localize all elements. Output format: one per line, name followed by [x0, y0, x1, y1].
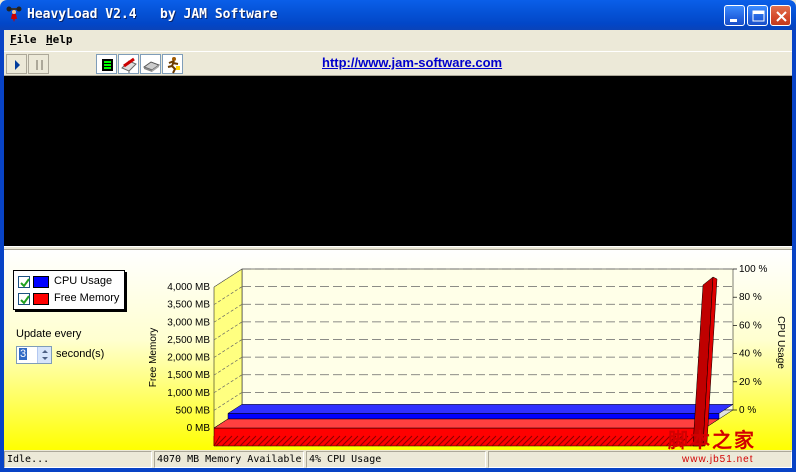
left-axis-tick-label: 2,000 MB — [167, 353, 210, 364]
pause-icon — [36, 60, 43, 70]
left-axis-tick-label: 0 MB — [187, 423, 211, 434]
cpu-usage-label: CPU Usage — [54, 275, 113, 287]
right-axis-tick-label: 40 % — [739, 349, 762, 360]
check-mark-icon — [20, 295, 30, 305]
update-interval-value[interactable]: 3 — [19, 348, 28, 360]
runner-toggle[interactable] — [162, 54, 183, 74]
right-axis-tick-label: 80 % — [739, 292, 762, 303]
menu-file-hotkey: F — [10, 33, 17, 46]
window-title: HeavyLoad V2.4 by JAM Software — [27, 7, 278, 22]
disk-write-toggle[interactable] — [118, 54, 139, 74]
right-axis-tick-label: 100 % — [739, 264, 767, 275]
cpu-load-icon — [102, 59, 113, 71]
minimize-icon — [730, 19, 737, 22]
load-output-pane — [4, 76, 792, 246]
menu-help[interactable]: Help — [46, 33, 73, 46]
window-frame-right — [792, 30, 796, 472]
play-icon — [15, 60, 20, 70]
update-every-label: Update every — [16, 328, 82, 340]
left-axis-tick-label: 500 MB — [176, 405, 211, 416]
maximize-icon — [752, 10, 765, 22]
heavyload-figure-icon[interactable] — [6, 6, 22, 23]
free-memory-swatch — [33, 293, 49, 305]
legend-row-cpu[interactable]: CPU Usage — [18, 275, 122, 290]
watermark-text: 脚本之家 — [668, 428, 756, 452]
maximize-button[interactable] — [747, 5, 768, 26]
menu-bar: File Help — [4, 30, 792, 50]
minimize-button[interactable] — [724, 5, 745, 26]
right-axis-tick-label: 0 % — [739, 405, 756, 416]
status-memory: 4070 MB Memory Available — [154, 451, 304, 468]
close-icon — [776, 11, 787, 22]
cpu-usage-series — [227, 413, 720, 420]
left-axis-tick-label: 4,000 MB — [167, 282, 210, 293]
spinner-arrows[interactable] — [37, 347, 51, 363]
right-axis-tick-label: 20 % — [739, 377, 762, 388]
menu-help-hotkey: H — [46, 33, 53, 46]
watermark-url: www.jb51.net — [682, 454, 754, 465]
left-axis-tick-label: 2,500 MB — [167, 335, 210, 346]
title-bar[interactable]: HeavyLoad V2.4 by JAM Software — [0, 0, 796, 30]
left-axis-tick-label: 3,500 MB — [167, 300, 210, 311]
runner-icon — [167, 57, 180, 74]
disk-write-icon — [121, 57, 137, 73]
status-cpu: 4% CPU Usage — [306, 451, 486, 468]
seconds-label: second(s) — [56, 348, 105, 360]
menu-file-label: ile — [16, 33, 37, 46]
cpu-usage-swatch — [33, 276, 49, 288]
website-link[interactable]: http://www.jam-software.com — [322, 55, 502, 70]
menu-file[interactable]: File — [10, 33, 37, 46]
left-axis-title: Free Memory — [148, 328, 159, 387]
left-axis-tick-label: 3,000 MB — [167, 317, 210, 328]
start-button[interactable] — [6, 54, 27, 74]
free-memory-checkbox[interactable] — [18, 293, 30, 305]
update-interval-spinner[interactable]: 3 — [16, 346, 52, 364]
cpu-usage-checkbox[interactable] — [18, 276, 30, 288]
close-button[interactable] — [770, 5, 791, 26]
legend-row-memory[interactable]: Free Memory — [18, 292, 122, 307]
spin-up-down-icon — [42, 350, 48, 360]
menu-help-label: elp — [52, 33, 73, 46]
left-axis-tick-label: 1,500 MB — [167, 370, 210, 381]
monitor-chart-pane: 0 MB 500 MB 1,000 MB 1,500 MB 2,000 MB 2,500 … — [4, 250, 792, 450]
status-state: Idle... — [4, 451, 152, 468]
window-frame-bottom — [0, 468, 796, 472]
chart-legend: CPU Usage Free Memory — [13, 270, 125, 310]
memory-icon — [142, 61, 161, 72]
cpu-usage-series-top — [227, 404, 734, 414]
pause-button[interactable] — [28, 54, 49, 74]
right-axis-tick-label: 60 % — [739, 320, 762, 331]
check-mark-icon — [20, 278, 30, 288]
free-memory-label: Free Memory — [54, 292, 120, 304]
left-axis-tick-label: 1,000 MB — [167, 388, 210, 399]
free-memory-series-top — [213, 418, 720, 429]
right-axis-title: CPU Usage — [775, 316, 786, 369]
memory-toggle[interactable] — [140, 54, 161, 74]
cpu-load-toggle[interactable] — [96, 54, 117, 74]
toolbar: http://www.jam-software.com — [4, 51, 792, 76]
